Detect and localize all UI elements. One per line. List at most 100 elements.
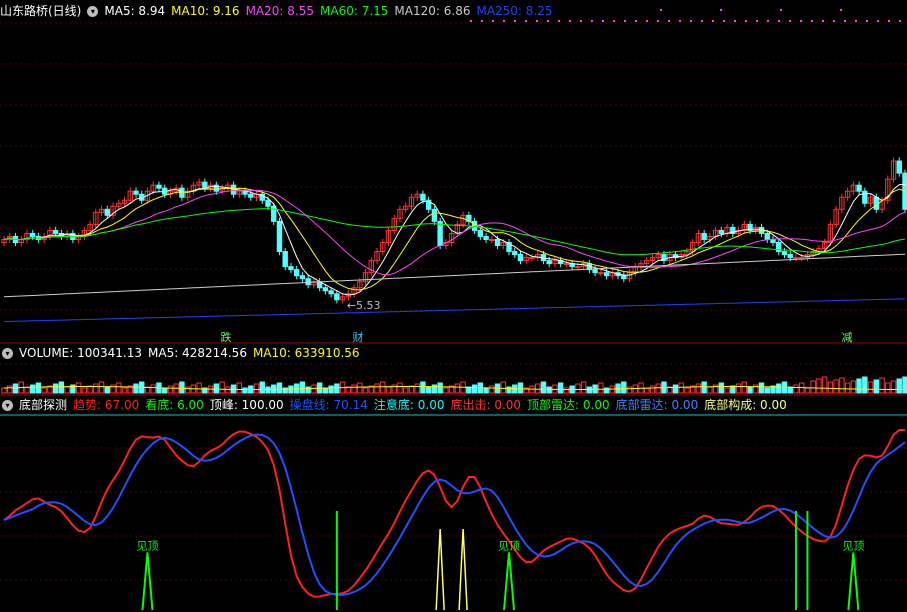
volume-bar <box>397 382 403 394</box>
stock-chart: ←5.53 跌 财 减 见顶 见顶 见顶 <box>0 9 907 611</box>
volume-bar <box>764 387 770 394</box>
volume-bar <box>471 384 478 394</box>
volume-bar <box>546 386 552 394</box>
volume-label-1: MA5: 428214.56 <box>148 346 247 360</box>
volume-bar <box>741 381 748 394</box>
volume-bar <box>701 381 707 394</box>
indicator-label-2: 顶峰: 100.00 <box>209 398 284 412</box>
volume-bar <box>64 386 70 394</box>
volume-panel <box>1 376 907 394</box>
volume-bar <box>644 387 650 394</box>
volume-bar <box>437 382 443 394</box>
low-price-label: ←5.53 <box>347 299 381 312</box>
chevron-down-icon[interactable]: ▾ <box>87 6 99 17</box>
signal-dot <box>536 20 538 22</box>
volume-bar <box>810 380 816 394</box>
volume-bar <box>253 383 260 394</box>
volume-bar <box>362 387 369 394</box>
candle <box>431 208 438 222</box>
candle <box>563 263 570 266</box>
candle <box>179 187 185 198</box>
signal-dot <box>635 20 637 22</box>
signal-dot <box>679 20 681 22</box>
candle <box>265 199 271 207</box>
volume-bar <box>535 383 541 394</box>
operation-line <box>3 433 906 596</box>
volume-bar <box>586 386 593 394</box>
signal-dot <box>899 20 901 22</box>
candle <box>603 272 610 277</box>
ma250-line <box>3 298 906 323</box>
signal-dot <box>492 20 494 22</box>
candle <box>793 257 799 260</box>
volume-bar <box>678 382 684 394</box>
volume-bar <box>563 387 570 394</box>
volume-bar <box>621 381 627 394</box>
volume-bar <box>833 379 839 394</box>
volume-bar <box>334 383 340 394</box>
bottom-form-spike <box>435 528 445 611</box>
candle <box>592 269 598 274</box>
signal-dot <box>657 20 659 22</box>
bottom-form-spike <box>458 528 468 611</box>
top-signal-label: 见顶 <box>136 539 158 552</box>
signal-dot <box>481 20 483 22</box>
volume-bar <box>862 376 868 394</box>
chevron-down-icon[interactable]: ▾ <box>2 400 13 411</box>
volume-bar <box>443 387 449 394</box>
candle <box>104 208 110 216</box>
indicator-label-8: 底部构成: 0.00 <box>704 398 787 412</box>
chevron-down-icon[interactable]: ▾ <box>2 348 13 359</box>
signal-dot <box>712 20 714 22</box>
volume-bar <box>225 386 231 394</box>
signal-dot <box>591 20 593 22</box>
candle <box>293 269 300 277</box>
volume-bar <box>707 386 713 394</box>
volume-bar <box>116 382 122 394</box>
volume-bar <box>902 376 907 394</box>
ma-label-5: MA250: 8.25 <box>476 4 553 18</box>
volume-bar <box>276 382 283 394</box>
marker-label: 减 <box>842 331 853 344</box>
candle <box>328 290 334 295</box>
volume-bar <box>804 387 811 394</box>
candle <box>781 251 788 256</box>
signal-dot <box>840 9 842 11</box>
indicator-label-0: 趋势: 67.00 <box>73 398 140 412</box>
volume-bar <box>167 385 174 394</box>
signal-dot <box>888 20 890 22</box>
signal-dot <box>569 20 571 22</box>
volume-bar <box>649 385 656 394</box>
volume-bar <box>626 386 633 394</box>
signal-dot <box>668 20 670 22</box>
signal-dot <box>690 20 692 22</box>
candle <box>546 260 552 265</box>
candle <box>512 251 518 256</box>
candle <box>517 254 524 262</box>
volume-bar <box>403 387 409 394</box>
volume-bar <box>844 382 851 394</box>
signal-dot <box>734 20 736 22</box>
candle <box>575 266 581 269</box>
volume-bar <box>380 381 386 394</box>
candle <box>420 193 426 201</box>
ma-label-1: MA10: 9.16 <box>171 4 240 18</box>
top-radar-spike <box>847 552 860 611</box>
volume-bar <box>506 386 512 394</box>
volume-bar <box>374 383 380 394</box>
volume-bar <box>873 379 880 394</box>
signal-dot <box>701 20 703 22</box>
volume-bar <box>311 384 317 394</box>
candle <box>52 229 59 234</box>
signal-dot <box>811 20 813 22</box>
volume-bar <box>236 382 242 394</box>
volume-bar <box>328 385 334 394</box>
signal-dot <box>720 9 722 11</box>
candle <box>230 184 237 195</box>
volume-bar <box>1 387 7 394</box>
volume-bar <box>735 383 742 394</box>
volume-bar <box>747 386 753 394</box>
candle <box>873 196 880 210</box>
volume-bar <box>196 382 202 394</box>
volume-bar <box>305 386 311 394</box>
